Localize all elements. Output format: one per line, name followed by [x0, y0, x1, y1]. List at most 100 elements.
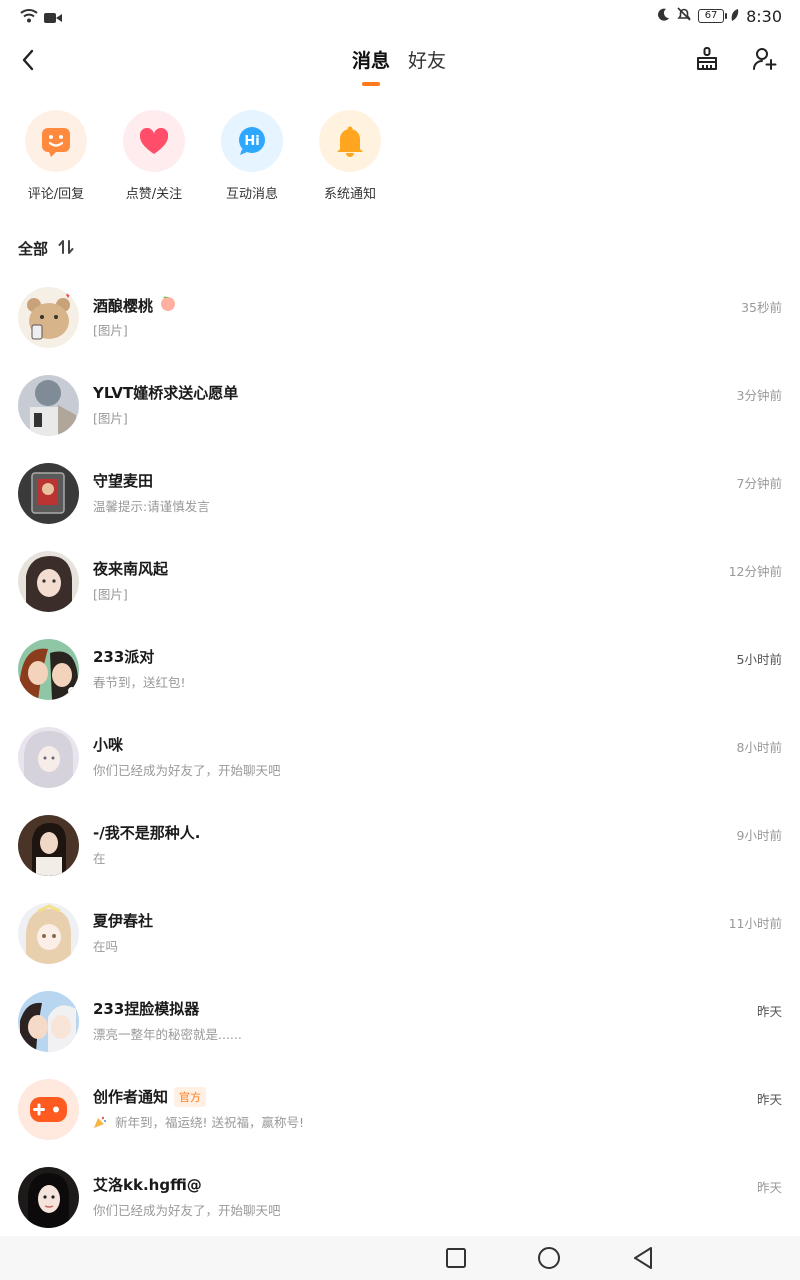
- back-arrow-icon: [22, 49, 34, 71]
- conversation-item[interactable]: 创作者通知 官方 新年到，福运绕! 送祝福，赢称号! 昨天: [0, 1064, 800, 1152]
- tab-friends[interactable]: 好友: [408, 46, 446, 86]
- interaction-circle: Hi: [221, 110, 283, 172]
- conversation-name: 夏伊春社: [93, 910, 153, 931]
- conversation-name: -/我不是那种人.: [93, 822, 200, 843]
- shortcut-interactions[interactable]: Hi 互动消息: [210, 110, 294, 202]
- name-text: -/我不是那种人.: [93, 824, 201, 842]
- bell-icon: [337, 126, 363, 157]
- clock-time: 8:30: [746, 6, 782, 26]
- avatar: [18, 991, 79, 1052]
- system-back-button[interactable]: [631, 1246, 655, 1270]
- party-popper-icon: [93, 1115, 107, 1132]
- conversation-item[interactable]: 艾洛kk.hgffi@ 你们已经成为好友了，开始聊天吧 昨天: [0, 1152, 800, 1240]
- recents-button[interactable]: [444, 1246, 468, 1270]
- peach-emoji-icon: [159, 294, 177, 316]
- conversation-time: 昨天: [756, 1180, 782, 1195]
- name-text: 233派对: [93, 648, 155, 666]
- clear-broom-button[interactable]: [692, 44, 722, 74]
- name-text: 守望麦田: [93, 472, 154, 490]
- filter-all-label: 全部: [18, 240, 49, 258]
- conversation-item[interactable]: 夜来南风起 [图片] 12分钟前: [0, 536, 800, 624]
- status-bar: 67 8:30: [0, 0, 800, 34]
- conversation-preview: 在吗: [93, 939, 119, 954]
- conversation-item[interactable]: 酒酿樱桃 [图片] 35秒前: [0, 272, 800, 360]
- conversation-time: 昨天: [756, 1004, 782, 1019]
- conversation-preview: [图片]: [93, 587, 128, 602]
- avatar: [18, 903, 79, 964]
- battery-icon: 67: [698, 9, 728, 23]
- shortcut-label: 点赞/关注: [125, 187, 183, 202]
- avatar: [18, 727, 79, 788]
- video-recording-icon: [44, 9, 62, 28]
- conversation-time: 昨天: [756, 1092, 782, 1107]
- mute-bell-icon: [676, 6, 692, 26]
- gamepad-icon: [18, 1079, 79, 1140]
- conversation-time: 9小时前: [736, 828, 782, 843]
- conversation-name: 小咪: [93, 734, 123, 755]
- avatar: [18, 815, 79, 876]
- tab-messages-label: 消息: [352, 50, 391, 72]
- svg-text:Hi: Hi: [244, 134, 259, 149]
- name-text: 夏伊春社: [93, 912, 154, 930]
- like-circle: [123, 110, 185, 172]
- name-text: 夜来南风起: [93, 560, 169, 578]
- conversation-preview: [图片]: [93, 411, 128, 426]
- shortcut-label: 互动消息: [225, 187, 278, 202]
- conversation-preview: [图片]: [93, 323, 128, 338]
- hi-bubble-icon: Hi: [239, 127, 265, 155]
- conversation-item[interactable]: 夏伊春社 在吗 11小时前: [0, 888, 800, 976]
- conversation-preview: 春节到，送红包!: [93, 675, 186, 690]
- conversation-item[interactable]: 守望麦田 温馨提示:请谨慎发言 7分钟前: [0, 448, 800, 536]
- conversation-name: 艾洛kk.hgffi@: [93, 1174, 202, 1195]
- shortcut-system[interactable]: 系统通知: [308, 110, 392, 202]
- name-text: 小咪: [93, 736, 124, 754]
- conversation-time: 7分钟前: [736, 476, 782, 491]
- name-text: YLVT嫤桥求送心愿单: [93, 384, 239, 402]
- name-text: 创作者通知: [93, 1088, 169, 1106]
- conversation-time: 3分钟前: [736, 388, 782, 403]
- system-circle: [319, 110, 381, 172]
- conversation-time: 8小时前: [736, 740, 782, 755]
- official-badge: 官方: [174, 1086, 207, 1107]
- shortcut-comments[interactable]: 评论/回复: [14, 110, 98, 202]
- conversation-preview: 漂亮一整年的秘密就是......: [93, 1027, 242, 1042]
- conversation-time: 12分钟前: [728, 564, 782, 579]
- conversation-name: 233捏脸模拟器: [93, 998, 199, 1019]
- comment-face-icon: [42, 128, 70, 157]
- shortcut-label: 评论/回复: [27, 187, 85, 202]
- add-user-icon: [753, 48, 777, 70]
- name-text: 酒酿樱桃: [93, 296, 154, 315]
- avatar: [18, 1167, 79, 1228]
- tab-indicator: [362, 82, 380, 86]
- conversation-preview: 你们已经成为好友了，开始聊天吧: [93, 763, 281, 778]
- add-friend-button[interactable]: [750, 44, 780, 74]
- square-icon: [446, 1248, 466, 1268]
- conversation-list: 酒酿樱桃 [图片] 35秒前 YLVT嫤桥求送心愿单 [图片] 3分钟前 守望麦…: [0, 272, 800, 1240]
- conversation-name: 233派对: [93, 646, 154, 667]
- tab-messages[interactable]: 消息: [352, 46, 390, 86]
- shortcut-row: 评论/回复 点赞/关注 Hi 互动消息 系统通知: [14, 110, 392, 202]
- shortcut-label: 系统通知: [323, 187, 376, 202]
- broom-icon: [697, 47, 717, 70]
- filter-section: 全部: [18, 238, 74, 259]
- home-button[interactable]: [537, 1246, 561, 1270]
- avatar: [18, 287, 79, 348]
- avatar: [18, 375, 79, 436]
- tabs: 消息 好友: [352, 46, 446, 86]
- conversation-item[interactable]: -/我不是那种人. 在 9小时前: [0, 800, 800, 888]
- triangle-back-icon: [634, 1247, 652, 1269]
- conversation-item[interactable]: 233派对 春节到，送红包! 5小时前: [0, 624, 800, 712]
- conversation-time: 35秒前: [741, 300, 782, 315]
- back-button[interactable]: [14, 46, 42, 74]
- name-text: 艾洛kk.hgffi@: [93, 1176, 202, 1194]
- conversation-item[interactable]: 233捏脸模拟器 漂亮一整年的秘密就是...... 昨天: [0, 976, 800, 1064]
- conversation-item[interactable]: YLVT嫤桥求送心愿单 [图片] 3分钟前: [0, 360, 800, 448]
- conversation-name: 守望麦田: [93, 470, 153, 491]
- shortcut-likes[interactable]: 点赞/关注: [112, 110, 196, 202]
- moon-icon: [656, 7, 670, 26]
- conversation-item[interactable]: 小咪 你们已经成为好友了，开始聊天吧 8小时前: [0, 712, 800, 800]
- sort-icon[interactable]: [58, 239, 74, 259]
- conversation-preview: 在: [93, 851, 106, 866]
- heart-icon: [139, 127, 169, 154]
- conversation-time: 5小时前: [736, 652, 782, 667]
